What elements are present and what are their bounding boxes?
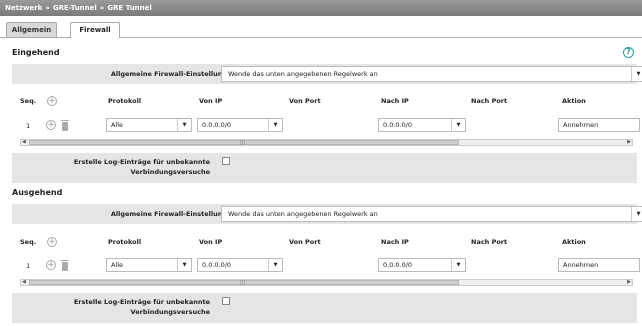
inbound-log-checkbox[interactable] <box>222 157 230 165</box>
outbound-log-label-line1: Erstelle Log-Einträge für unbekannte <box>73 298 210 306</box>
outbound-log-row: Erstelle Log-Einträge für unbekannte Ver… <box>12 293 637 323</box>
scrollbar-thumb[interactable]: ||| <box>29 140 459 146</box>
trash-icon[interactable] <box>61 120 69 131</box>
von-ip-select[interactable]: 0.0.0.0/0 ▼ <box>197 258 283 272</box>
breadcrumb-separator: » <box>45 4 50 12</box>
protokoll-value: Alle <box>111 261 124 269</box>
nach-ip-select[interactable]: 0.0.0.0/0 ▼ <box>378 118 466 132</box>
dropdown-arrow-icon: ▼ <box>451 259 465 271</box>
col-header-von-ip: Von IP <box>199 97 223 105</box>
breadcrumb-item-current: GRE Tunnel <box>107 4 152 12</box>
aktion-select[interactable]: Annehmen <box>558 118 640 132</box>
nach-ip-select[interactable]: 0.0.0.0/0 ▼ <box>378 258 466 272</box>
dropdown-arrow-icon: ▼ <box>631 207 642 221</box>
breadcrumb-item-netzwerk[interactable]: Netzwerk <box>5 4 42 12</box>
protokoll-select[interactable]: Alle ▼ <box>106 258 192 272</box>
dropdown-arrow-icon: ▼ <box>268 259 282 271</box>
von-ip-value: 0.0.0.0/0 <box>202 261 232 269</box>
scroll-left-icon[interactable]: ◀ <box>22 139 26 145</box>
table-row: 1 + Alle ▼ 0.0.0.0/0 ▼ 0.0.0.0/0 ▼ Anneh… <box>12 252 640 280</box>
rule-seq: 1 <box>26 262 31 270</box>
section-title-ausgehend: Ausgehend <box>12 188 63 197</box>
inbound-general-setting-row: Allgemeine Firewall-Einstellung Wende da… <box>12 64 642 84</box>
inbound-log-label-line2: Verbindungsversuche <box>130 168 210 176</box>
protokoll-value: Alle <box>111 121 124 129</box>
col-header-von-port: Von Port <box>289 97 321 105</box>
breadcrumb: Netzwerk» GRE-Tunnel» GRE Tunnel <box>0 0 642 16</box>
horizontal-scrollbar[interactable]: ◀ ||| ▶ <box>20 139 633 146</box>
rule-seq: 1 <box>26 122 31 130</box>
grip-icon: ||| <box>240 140 246 146</box>
table-row: 1 + Alle ▼ 0.0.0.0/0 ▼ 0.0.0.0/0 ▼ Anneh… <box>12 112 640 140</box>
tab-allgemein[interactable]: Allgemein <box>6 22 57 37</box>
nach-ip-value: 0.0.0.0/0 <box>383 121 413 129</box>
col-header-aktion: Aktion <box>562 238 586 246</box>
scroll-left-icon[interactable]: ◀ <box>22 279 26 285</box>
aktion-value: Annehmen <box>563 121 599 129</box>
aktion-value: Annehmen <box>563 261 599 269</box>
outbound-general-setting-select[interactable]: Wende das unten angegebenen Regelwerk an… <box>221 206 642 222</box>
breadcrumb-separator: » <box>99 4 105 12</box>
add-rule-icon[interactable]: + <box>47 237 57 247</box>
col-header-nach-ip: Nach IP <box>381 97 409 105</box>
dropdown-arrow-icon: ▼ <box>177 119 191 131</box>
protokoll-select[interactable]: Alle ▼ <box>106 118 192 132</box>
inbound-log-label: Erstelle Log-Einträge für unbekannte Ver… <box>12 157 210 177</box>
col-header-nach-port: Nach Port <box>471 238 508 246</box>
scrollbar-thumb[interactable]: ||| <box>29 280 459 286</box>
col-header-nach-port: Nach Port <box>471 97 508 105</box>
breadcrumb-item-gre-tunnel[interactable]: GRE-Tunnel <box>53 4 97 12</box>
outbound-log-label-line2: Verbindungsversuche <box>130 308 210 316</box>
inbound-general-setting-value: Wende das unten angegebenen Regelwerk an <box>228 70 378 78</box>
section-title-eingehend: Eingehend <box>12 48 60 57</box>
question-circle-icon[interactable]: ? <box>623 47 634 58</box>
nach-ip-value: 0.0.0.0/0 <box>383 261 413 269</box>
horizontal-scrollbar[interactable]: ◀ ||| ▶ <box>20 279 633 286</box>
tab-firewall[interactable]: Firewall <box>70 22 120 38</box>
col-header-protokoll: Protokoll <box>108 97 142 105</box>
insert-rule-icon[interactable]: + <box>46 120 56 130</box>
von-ip-value: 0.0.0.0/0 <box>202 121 232 129</box>
outbound-general-setting-row: Allgemeine Firewall-Einstellung Wende da… <box>12 204 642 224</box>
dropdown-arrow-icon: ▼ <box>177 259 191 271</box>
col-header-nach-ip: Nach IP <box>381 238 409 246</box>
scroll-right-icon[interactable]: ▶ <box>627 279 631 285</box>
insert-rule-icon[interactable]: + <box>46 260 56 270</box>
col-header-von-ip: Von IP <box>199 238 223 246</box>
outbound-log-label: Erstelle Log-Einträge für unbekannte Ver… <box>12 297 210 317</box>
col-header-aktion: Aktion <box>562 97 586 105</box>
col-header-protokoll: Protokoll <box>108 238 142 246</box>
dropdown-arrow-icon: ▼ <box>268 119 282 131</box>
col-header-seq: Seq. <box>20 97 37 105</box>
aktion-select[interactable]: Annehmen <box>558 258 640 272</box>
outbound-general-setting-label: Allgemeine Firewall-Einstellung <box>110 210 227 218</box>
outbound-log-checkbox[interactable] <box>222 297 230 305</box>
add-rule-icon[interactable]: + <box>47 96 57 106</box>
inbound-general-setting-select[interactable]: Wende das unten angegebenen Regelwerk an… <box>221 66 642 82</box>
von-ip-select[interactable]: 0.0.0.0/0 ▼ <box>197 118 283 132</box>
grip-icon: ||| <box>240 280 246 286</box>
col-header-seq: Seq. <box>20 238 37 246</box>
scroll-right-icon[interactable]: ▶ <box>627 139 631 145</box>
dropdown-arrow-icon: ▼ <box>451 119 465 131</box>
dropdown-arrow-icon: ▼ <box>631 67 642 81</box>
outbound-general-setting-value: Wende das unten angegebenen Regelwerk an <box>228 210 378 218</box>
trash-icon[interactable] <box>61 260 69 271</box>
col-header-von-port: Von Port <box>289 238 321 246</box>
inbound-general-setting-label: Allgemeine Firewall-Einstellung <box>110 70 227 78</box>
inbound-log-label-line1: Erstelle Log-Einträge für unbekannte <box>73 158 210 166</box>
inbound-log-row: Erstelle Log-Einträge für unbekannte Ver… <box>12 153 637 183</box>
